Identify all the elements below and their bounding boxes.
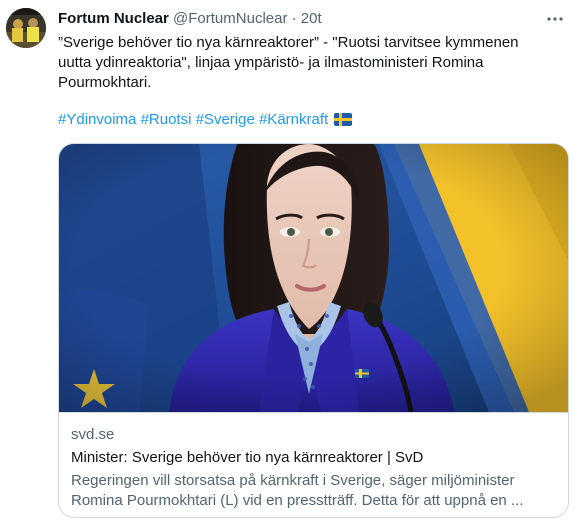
more-icon[interactable] — [544, 9, 566, 29]
card-domain: svd.se — [71, 426, 115, 443]
card-title: Minister: Sverige behöver tio nya kärnre… — [71, 449, 424, 466]
tweet[interactable]: Fortum Nuclear @FortumNuclear · 20t ”Sve… — [0, 0, 582, 527]
hashtag-sverige[interactable]: #Sverige — [196, 111, 255, 128]
timestamp[interactable]: 20t — [301, 10, 322, 27]
hashtag-karnkraft[interactable]: #Kärnkraft — [259, 111, 328, 128]
author-name[interactable]: Fortum Nuclear — [58, 10, 169, 27]
hashtag-ydinvoima[interactable]: #Ydinvoima — [58, 111, 136, 128]
avatar-image — [6, 8, 46, 48]
card-description-line: Regeringen vill storsatsa på kärnkraft i… — [71, 472, 515, 489]
tweet-text-line: Pourmokhtari. — [58, 74, 152, 91]
card-description: Regeringen vill storsatsa på kärnkraft i… — [71, 471, 551, 511]
card-info[interactable]: svd.se Minister: Sverige behöver tio nya… — [59, 412, 568, 517]
tweet-header: Fortum Nuclear @FortumNuclear · 20t — [58, 9, 542, 29]
separator: · — [291, 10, 297, 27]
tweet-text: ”Sverige behöver tio nya kärnreaktorer” … — [58, 33, 558, 93]
link-card[interactable]: svd.se Minister: Sverige behöver tio nya… — [58, 143, 569, 518]
card-description-line: Romina Pourmokhtari (L) vid en presstträ… — [71, 492, 524, 509]
tweet-text-line: uutta ydinreaktoria", linjaa ympäristö- … — [58, 54, 484, 71]
tweet-text-line: ”Sverige behöver tio nya kärnreaktorer” … — [58, 34, 519, 51]
avatar[interactable] — [6, 8, 46, 48]
swedish-flag-icon — [334, 112, 353, 132]
hashtag-list: #Ydinvoima #Ruotsi #Sverige #Kärnkraft — [58, 110, 353, 132]
author-handle[interactable]: @FortumNuclear — [173, 10, 287, 27]
hashtag-ruotsi[interactable]: #Ruotsi — [141, 111, 192, 128]
card-image[interactable] — [59, 144, 569, 412]
ellipsis-icon — [547, 17, 563, 21]
